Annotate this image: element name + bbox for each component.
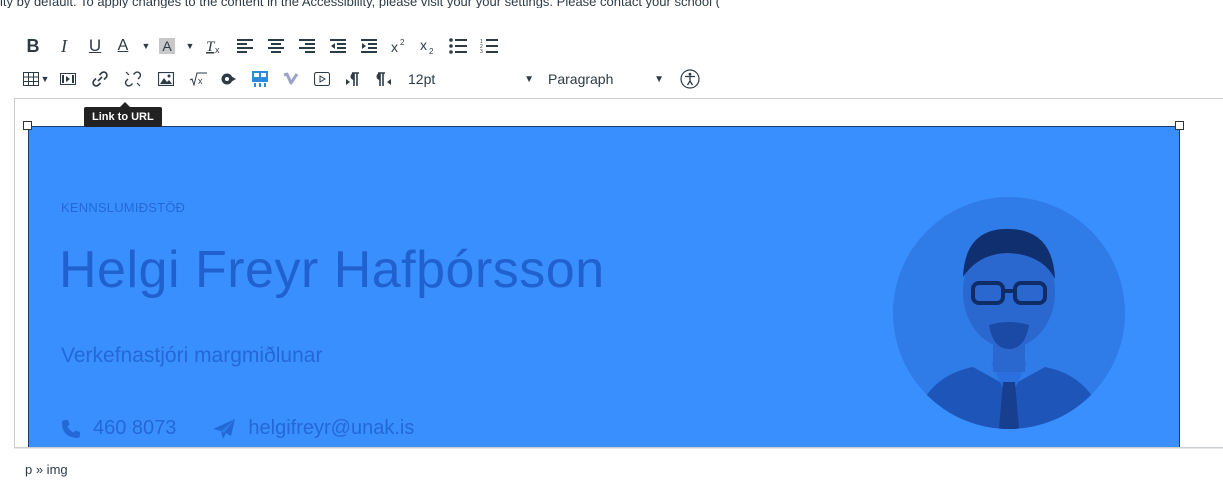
person-name: Helgi Freyr Hafþórsson	[59, 241, 605, 299]
media-button[interactable]	[53, 66, 83, 92]
svg-text:2: 2	[400, 38, 405, 47]
square-root-icon: x	[189, 72, 207, 87]
outdent-icon	[330, 39, 346, 53]
font-size-value: 12pt	[408, 71, 436, 87]
paragraph-ltr-icon	[346, 72, 359, 86]
clear-formatting-icon: Tx	[206, 39, 220, 55]
embed-arrow-icon	[221, 73, 236, 85]
svg-text:3: 3	[480, 49, 483, 54]
caret-down-icon: ▼	[40, 74, 50, 84]
status-divider	[14, 448, 1223, 449]
superscript-icon: x2	[391, 38, 405, 54]
phone-number: 460 8073	[93, 417, 177, 439]
numbered-list-button[interactable]: 123	[474, 33, 504, 59]
resize-handle-top-left[interactable]	[23, 121, 32, 130]
toolbar-row-formatting: B I U A ▼ A ▼ Tx x2 x2 123	[20, 33, 505, 59]
outdent-button[interactable]	[323, 33, 353, 59]
caret-down-icon: ▼	[654, 73, 664, 85]
accessibility-checker-button[interactable]	[674, 66, 706, 92]
block-format-select[interactable]: Paragraph ▼	[548, 66, 664, 92]
rich-content-editor[interactable]: KENNSLUMIÐSTÖÐ Helgi Freyr Hafþórsson Ve…	[14, 98, 1223, 448]
background-color-icon: A	[159, 38, 175, 54]
bullet-list-icon	[449, 38, 467, 54]
rtl-button[interactable]	[369, 66, 399, 92]
profile-photo	[893, 197, 1125, 429]
element-path[interactable]: p » img	[25, 462, 68, 477]
indent-icon	[361, 39, 377, 53]
background-color-dropdown[interactable]: ▼	[182, 33, 196, 59]
indent-button[interactable]	[354, 33, 384, 59]
unlink-button[interactable]	[117, 66, 149, 92]
person-portrait-icon	[913, 228, 1105, 429]
link-button[interactable]	[84, 66, 116, 92]
vimeo-icon	[283, 72, 299, 85]
font-size-select[interactable]: 12pt ▼	[408, 66, 534, 92]
apps-tool-icon	[252, 71, 268, 87]
caret-down-icon: ▼	[185, 41, 195, 51]
align-right-icon	[299, 39, 315, 53]
table-button[interactable]: ▼	[20, 66, 52, 92]
underline-button[interactable]: U	[82, 33, 108, 59]
email-address: helgifreyr@unak.is	[248, 417, 415, 439]
media-icon	[60, 73, 76, 85]
video-button[interactable]	[307, 66, 337, 92]
svg-text:x: x	[391, 39, 398, 54]
italic-button[interactable]: I	[47, 33, 81, 59]
text-color-dropdown[interactable]: ▼	[138, 33, 152, 59]
text-color-icon: A	[117, 37, 129, 54]
align-left-icon	[237, 39, 253, 53]
contact-row: 460 8073 helgifreyr@unak.is	[61, 417, 414, 440]
image-button[interactable]	[150, 66, 182, 92]
phone-icon	[62, 419, 80, 438]
apps-button[interactable]	[245, 66, 275, 92]
image-icon	[158, 72, 174, 86]
embed-button[interactable]	[214, 66, 244, 92]
person-role: Verkefnastjóri margmiðlunar	[61, 344, 323, 367]
paper-plane-icon	[213, 418, 236, 439]
table-icon	[22, 72, 39, 86]
clear-formatting-button[interactable]: Tx	[197, 33, 229, 59]
ltr-button[interactable]	[338, 66, 368, 92]
svg-text:x: x	[198, 76, 203, 86]
svg-text:x: x	[215, 45, 220, 55]
bold-button[interactable]: B	[20, 33, 46, 59]
play-box-icon	[314, 72, 330, 86]
selected-signature-image[interactable]: KENNSLUMIÐSTÖÐ Helgi Freyr Hafþórsson Ve…	[28, 126, 1180, 447]
toolbar-row-insert: ▼ x 12pt ▼ Paragraph ▼	[20, 66, 707, 92]
svg-text:2: 2	[429, 47, 434, 54]
equation-button[interactable]: x	[183, 66, 213, 92]
caret-down-icon: ▼	[141, 41, 151, 51]
block-format-value: Paragraph	[548, 71, 614, 87]
align-center-button[interactable]	[261, 33, 291, 59]
bullet-list-button[interactable]	[443, 33, 473, 59]
superscript-button[interactable]: x2	[385, 33, 413, 59]
align-right-button[interactable]	[292, 33, 322, 59]
numbered-list-icon: 123	[480, 39, 498, 54]
link-icon	[92, 71, 108, 87]
resize-handle-top-right[interactable]	[1175, 121, 1184, 130]
align-center-icon	[268, 39, 284, 53]
caret-down-icon: ▼	[524, 73, 534, 85]
vimeo-button[interactable]	[276, 66, 306, 92]
department-label: KENNSLUMIÐSTÖÐ	[61, 200, 186, 215]
subscript-icon: x2	[420, 38, 434, 54]
unlink-icon	[124, 71, 142, 87]
link-tooltip: Link to URL	[84, 102, 162, 127]
notice-text-cut: ity by default. To apply changes to the …	[0, 0, 720, 8]
subscript-button[interactable]: x2	[414, 33, 442, 59]
text-color-button[interactable]: A	[109, 33, 137, 59]
align-left-button[interactable]	[230, 33, 260, 59]
background-color-button[interactable]: A	[153, 33, 181, 59]
accessibility-icon	[680, 69, 700, 89]
svg-text:x: x	[420, 38, 427, 53]
paragraph-rtl-icon	[376, 72, 391, 86]
